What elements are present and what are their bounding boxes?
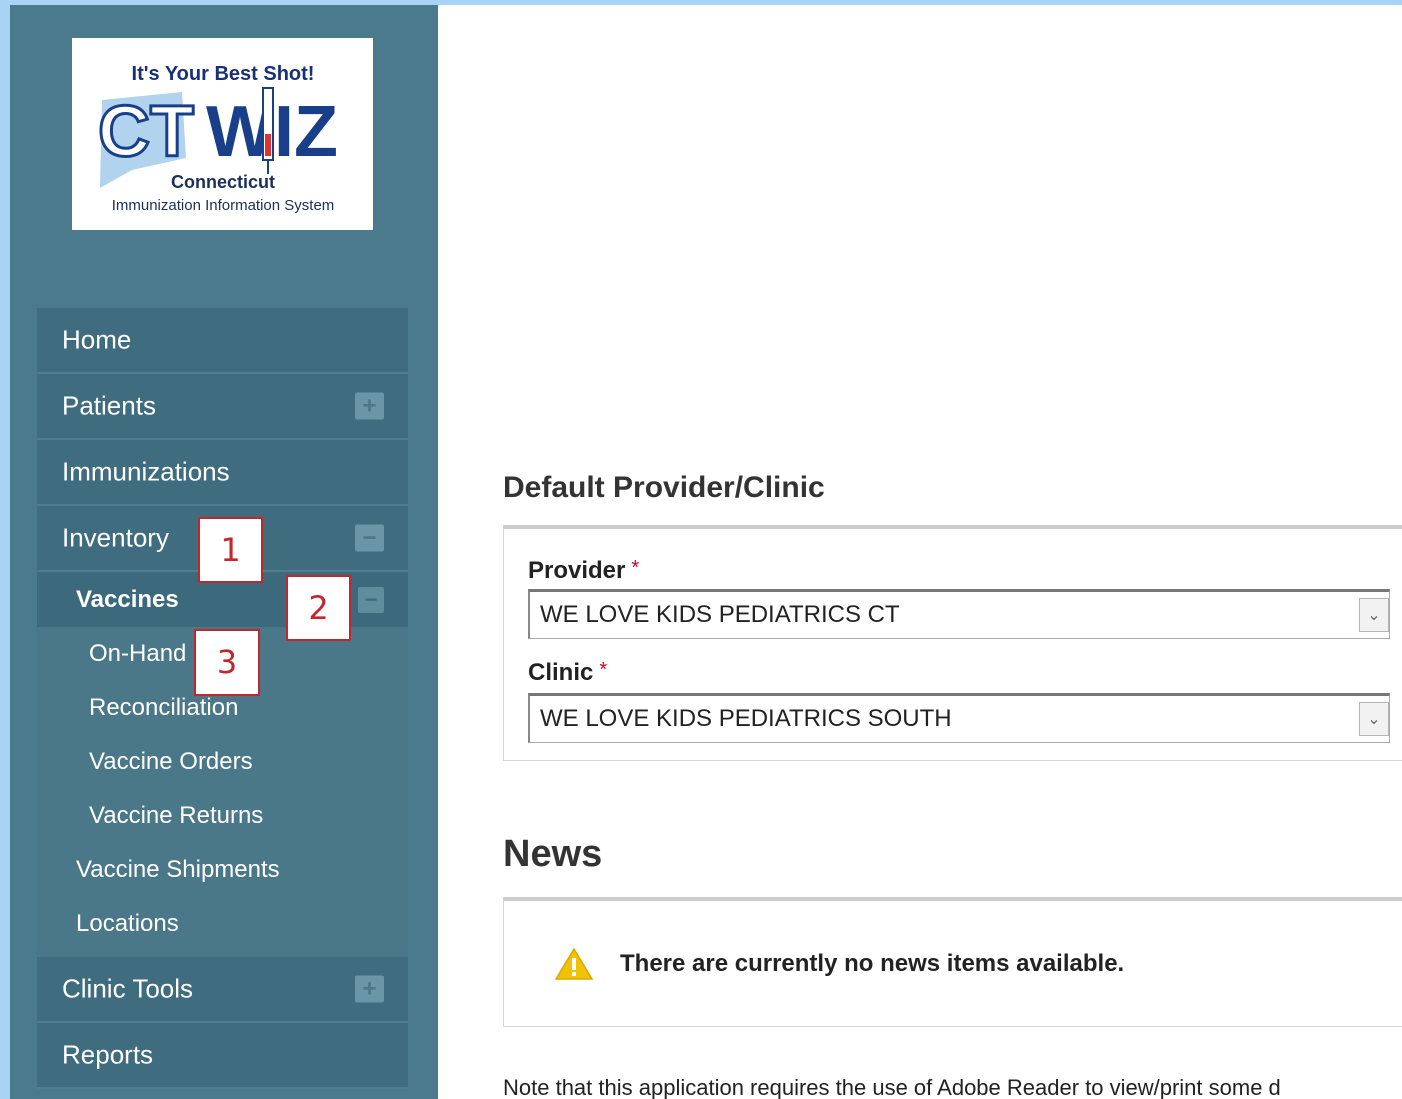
clinic-label-text: Clinic (528, 659, 594, 686)
callout-1: 1 (198, 517, 263, 583)
sidebar-item-label: Immunizations (62, 456, 230, 487)
news-title: News (503, 833, 603, 875)
news-empty-message: There are currently no news items availa… (620, 949, 1125, 977)
sidebar-item-label: On-Hand (89, 640, 187, 667)
required-marker: * (599, 659, 608, 681)
sidebar-item-label: Vaccines (76, 585, 179, 613)
sidebar-item-vaccine-shipments[interactable]: Vaccine Shipments (37, 843, 408, 897)
sidebar-item-label: Clinic Tools (62, 973, 194, 1004)
news-panel: There are currently no news items availa… (503, 897, 1402, 1027)
logo-tagline: It's Your Best Shot! (132, 63, 315, 85)
sidebar-item-label: Reports (62, 1039, 154, 1070)
default-provider-title: Default Provider/Clinic (503, 471, 825, 504)
callout-2: 2 (286, 575, 351, 641)
provider-label-text: Provider (528, 557, 626, 584)
sidebar-item-immunizations[interactable]: Immunizations (37, 440, 408, 506)
sidebar-item-label: Vaccine Returns (89, 802, 264, 829)
logo-subtitle: Immunization Information System (112, 197, 335, 214)
sidebar-item-label: Locations (76, 910, 179, 937)
logo-graphic: It's Your Best Shot! CT WIZ Connecticut … (97, 63, 338, 214)
sidebar-item-label: Vaccine Shipments (76, 856, 280, 883)
clinic-label: Clinic * (528, 659, 607, 687)
required-marker: * (631, 557, 640, 579)
plus-icon[interactable]: + (355, 975, 384, 1003)
sidebar-item-label: Inventory (62, 522, 169, 553)
provider-select-value: WE LOVE KIDS PEDIATRICS CT (540, 601, 900, 628)
chevron-down-icon[interactable]: ⌄ (1359, 598, 1389, 632)
sidebar-item-reports[interactable]: Reports (37, 1023, 408, 1089)
sidebar-item-label: Home (62, 324, 132, 355)
sidebar-item-clinic-tools[interactable]: Clinic Tools + (37, 957, 408, 1023)
sidebar: It's Your Best Shot! CT WIZ Connecticut … (10, 5, 438, 1099)
ct-wiz-logo[interactable]: It's Your Best Shot! CT WIZ Connecticut … (72, 38, 373, 230)
warning-icon (554, 947, 594, 980)
sidebar-item-vaccine-orders[interactable]: Vaccine Orders (37, 735, 408, 789)
sidebar-item-vaccine-returns[interactable]: Vaccine Returns (37, 789, 408, 843)
sidebar-item-locations[interactable]: Locations (37, 897, 408, 951)
logo-state: Connecticut (171, 172, 275, 192)
minus-icon[interactable]: − (358, 586, 384, 613)
sidebar-item-patients[interactable]: Patients + (37, 374, 408, 440)
plus-icon[interactable]: + (355, 392, 384, 420)
provider-select[interactable]: WE LOVE KIDS PEDIATRICS CT ⌄ (528, 589, 1390, 639)
sidebar-item-label: Vaccine Orders (89, 748, 253, 775)
main-content: Default Provider/Clinic Provider * WE LOV… (438, 5, 1402, 1099)
provider-label: Provider * (528, 557, 639, 585)
sidebar-menu: Home Patients + Immunizations Inventory … (37, 308, 408, 1089)
sidebar-item-home[interactable]: Home (37, 308, 408, 374)
clinic-select-value: WE LOVE KIDS PEDIATRICS SOUTH (540, 705, 952, 732)
app-frame: It's Your Best Shot! CT WIZ Connecticut … (10, 5, 1402, 1099)
sidebar-item-label: Reconciliation (89, 694, 239, 721)
adobe-reader-note: Note that this application requires the … (503, 1075, 1281, 1099)
logo-ct: CT (98, 92, 194, 172)
callout-3: 3 (194, 629, 260, 696)
sidebar-item-label: Patients (62, 390, 156, 421)
provider-clinic-panel: Provider * WE LOVE KIDS PEDIATRICS CT ⌄ C… (503, 525, 1402, 761)
clinic-select[interactable]: WE LOVE KIDS PEDIATRICS SOUTH ⌄ (528, 693, 1390, 743)
minus-icon[interactable]: − (355, 524, 384, 552)
chevron-down-icon[interactable]: ⌄ (1359, 702, 1389, 736)
